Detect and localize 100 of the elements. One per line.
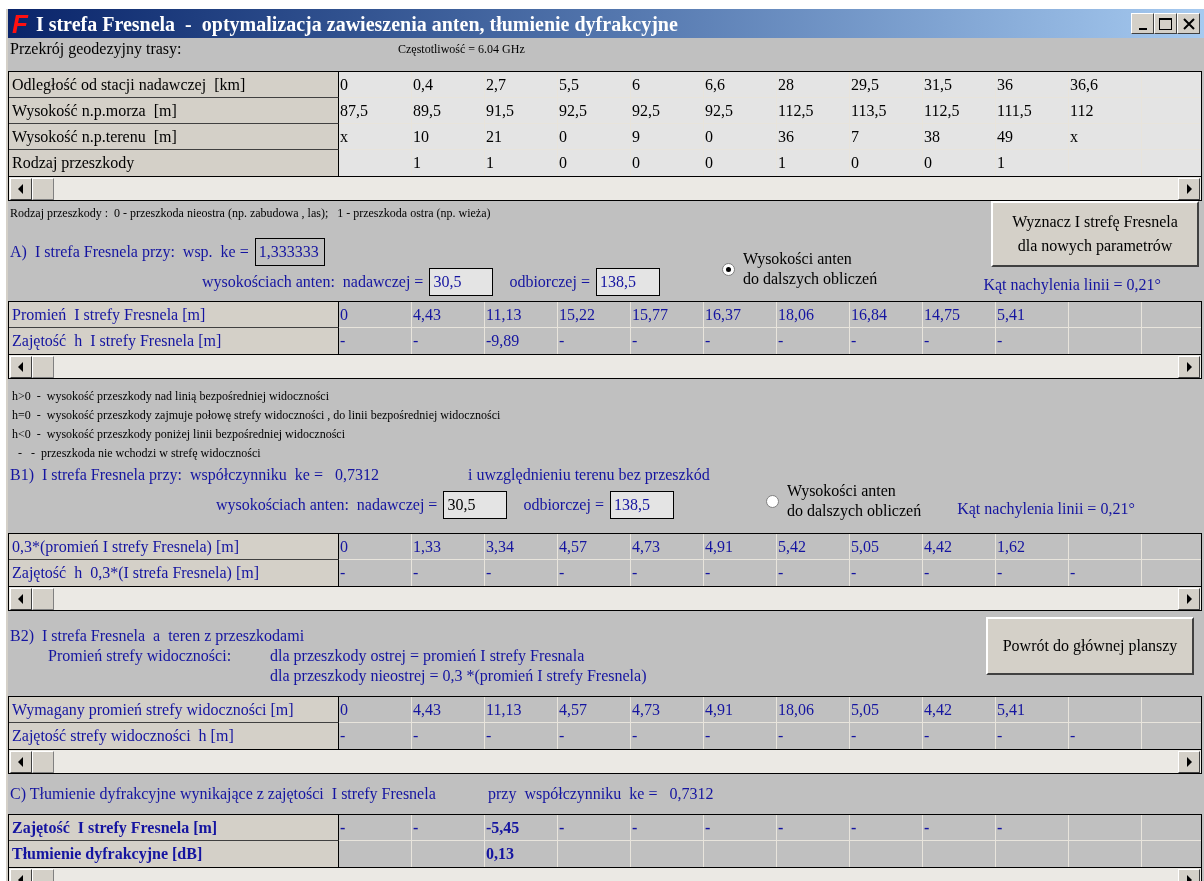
table-cell: 0 xyxy=(339,697,412,723)
section-heading: C) Tłumienie dyfrakcyjne wynikające z zajętości I strefy Fresnela xyxy=(10,784,437,805)
table-cell: 91,5 xyxy=(485,98,558,124)
horizontal-scrollbar[interactable] xyxy=(8,177,1202,201)
table-cell: 49 xyxy=(996,124,1069,150)
window-title: I strefa Fresnela - optymalizacja zawieszenia anten, tłumienie dyfrakcyjne xyxy=(35,11,679,38)
row-header: Tłumienie dyfrakcyjne [dB] xyxy=(9,841,339,867)
table-cell: 112 xyxy=(1069,98,1142,124)
table-cell: - xyxy=(996,723,1069,749)
legend-text: Rodzaj przeszkody : 0 - przeszkoda nieostra (np. zabudowa , las); 1 - przeszkoda ostra (np. wieża) xyxy=(10,205,492,221)
scroll-left-button[interactable] xyxy=(10,356,32,378)
scrollbar-thumb[interactable] xyxy=(32,356,54,378)
table-cell: - xyxy=(923,560,996,586)
row-header: Wymagany promień strefy widoczności [m] xyxy=(9,697,339,723)
table-cell: - xyxy=(1069,560,1142,586)
scrollbar-thumb[interactable] xyxy=(32,588,54,610)
minimize-icon xyxy=(1138,28,1147,30)
table-cell: - xyxy=(412,560,485,586)
row-header: Wysokość n.p.terenu [m] xyxy=(9,124,339,150)
table-cell: - xyxy=(777,723,850,749)
horizontal-scrollbar[interactable] xyxy=(8,587,1202,611)
legend-text: - - przeszkoda nie wchodzi w strefę widoczności xyxy=(17,445,262,462)
table-cell: 18,06 xyxy=(777,697,850,723)
horizontal-scrollbar[interactable] xyxy=(8,355,1202,379)
input-field[interactable]: 138,5 xyxy=(595,268,660,296)
table-cell: 7 xyxy=(850,124,923,150)
table-cell: - xyxy=(923,815,996,841)
table-cell: 29,5 xyxy=(850,72,923,98)
table-cell: 3,34 xyxy=(485,534,558,560)
table-cell: 92,5 xyxy=(631,98,704,124)
table-cell: 5,42 xyxy=(777,534,850,560)
input-field[interactable]: 30,5 xyxy=(443,491,508,519)
table-cell: - xyxy=(558,560,631,586)
table-cell: 0 xyxy=(558,150,631,176)
table-cell: - xyxy=(777,815,850,841)
minimize-button[interactable] xyxy=(1131,13,1154,34)
radio-button[interactable] xyxy=(722,262,735,276)
table-cell: 6,6 xyxy=(704,72,777,98)
table-cell: 4,43 xyxy=(412,302,485,328)
table-cell: 5,41 xyxy=(996,302,1069,328)
table-cell: - xyxy=(558,723,631,749)
table-cell: 1,33 xyxy=(412,534,485,560)
maximize-button[interactable] xyxy=(1154,13,1177,34)
scrollbar-thumb[interactable] xyxy=(32,751,54,773)
table-cell: - xyxy=(704,723,777,749)
section-note: i uwzględnieniu terenu bez przeszkód xyxy=(468,465,710,486)
scroll-right-button[interactable] xyxy=(1178,588,1200,610)
table-cell: 111,5 xyxy=(996,98,1069,124)
right-arrow-icon xyxy=(1185,184,1193,194)
section-note: przy współczynniku ke = 0,7312 xyxy=(488,784,714,805)
table-cell: - xyxy=(777,560,850,586)
table-cell: 18,06 xyxy=(777,302,850,328)
scroll-right-button[interactable] xyxy=(1178,356,1200,378)
row-header: Wysokość n.p.morza [m] xyxy=(9,98,339,124)
table-cell: - xyxy=(339,328,412,354)
table-cell: - xyxy=(485,723,558,749)
table-cell: - xyxy=(339,560,412,586)
table-cell: - xyxy=(777,328,850,354)
angle-label: Kąt nachylenia linii = 0,21° xyxy=(983,275,1161,296)
table-cell: 4,42 xyxy=(923,697,996,723)
table-cell: 36,6 xyxy=(1069,72,1142,98)
table-cell: 4,73 xyxy=(631,534,704,560)
table-cell: 5,41 xyxy=(996,697,1069,723)
table-cell: - xyxy=(485,560,558,586)
horizontal-scrollbar[interactable] xyxy=(8,750,1202,774)
table-cell: - xyxy=(631,328,704,354)
table-cell: - xyxy=(558,328,631,354)
table-cell: 5,5 xyxy=(558,72,631,98)
push-button[interactable]: Wyznacz I strefę Fresnela dla nowych parametrów xyxy=(991,201,1199,267)
table-cell: 0 xyxy=(850,150,923,176)
scrollbar-thumb[interactable] xyxy=(32,178,54,200)
scroll-left-button[interactable] xyxy=(10,178,32,200)
table-cell: 11,13 xyxy=(485,302,558,328)
push-button[interactable]: Powrót do głównej planszy xyxy=(986,617,1194,675)
table-cell: 4,42 xyxy=(923,534,996,560)
table-cell: 113,5 xyxy=(850,98,923,124)
right-arrow-icon xyxy=(1185,362,1193,372)
radio-button[interactable] xyxy=(766,494,779,508)
scroll-right-button[interactable] xyxy=(1178,751,1200,773)
radio-label: Wysokości anten do dalszych obliczeń xyxy=(787,481,922,521)
radio-label: Wysokości anten do dalszych obliczeń xyxy=(743,249,878,289)
table-cell: 4,57 xyxy=(558,697,631,723)
table-cell: 10 xyxy=(412,124,485,150)
table-cell: 11,13 xyxy=(485,697,558,723)
angle-label: Kąt nachylenia linii = 0,21° xyxy=(957,499,1135,520)
scroll-right-button[interactable] xyxy=(1178,178,1200,200)
scroll-left-button[interactable] xyxy=(10,751,32,773)
table-cell: 21 xyxy=(485,124,558,150)
table-cell xyxy=(1142,150,1201,176)
app-logo: F xyxy=(12,10,28,37)
table-cell: 9 xyxy=(631,124,704,150)
close-button[interactable] xyxy=(1177,13,1200,34)
input-field[interactable]: 1,333333 xyxy=(254,238,325,266)
table-cell: 112,5 xyxy=(923,98,996,124)
input-field[interactable]: 138,5 xyxy=(609,491,674,519)
input-field[interactable]: 30,5 xyxy=(429,268,494,296)
scroll-left-button[interactable] xyxy=(10,588,32,610)
table-cell: - xyxy=(704,815,777,841)
table-cell: 15,77 xyxy=(631,302,704,328)
row-header: Promień I strefy Fresnela [m] xyxy=(9,302,339,328)
